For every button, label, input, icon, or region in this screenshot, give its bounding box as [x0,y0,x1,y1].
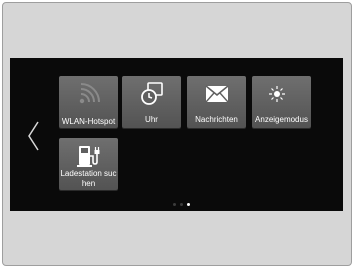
wifi-hotspot-icon [59,82,118,106]
charging-station-icon [59,144,118,168]
tile-label: Anzeigemodus [255,114,308,124]
clock-icon [122,82,181,106]
tile-nachrichten[interactable]: Nachrichten [187,76,246,128]
page-dot [173,203,176,206]
display-screen: WLAN-Hotspot Uhr Nachrichten Anzeigemodu… [10,58,343,211]
tile-ladestation-suchen[interactable]: Ladestation suchen [59,138,118,190]
page-frame: WLAN-Hotspot Uhr Nachrichten Anzeigemodu… [2,2,352,266]
tile-wlan-hotspot[interactable]: WLAN-Hotspot [59,76,118,128]
page-dot [180,203,183,206]
tile-label: Ladestation suchen [60,169,117,188]
tile-anzeigemodus[interactable]: Anzeigemodus [252,76,311,128]
page-indicator [173,203,190,206]
tile-uhr[interactable]: Uhr [122,76,181,128]
tile-label: Nachrichten [195,114,238,124]
page-dot-active [187,203,190,206]
sun-moon-icon [252,82,311,106]
tile-label: Uhr [145,114,158,124]
envelope-icon [187,82,246,106]
tile-label: WLAN-Hotspot [61,116,116,126]
previous-page-arrow-icon[interactable] [24,118,46,154]
